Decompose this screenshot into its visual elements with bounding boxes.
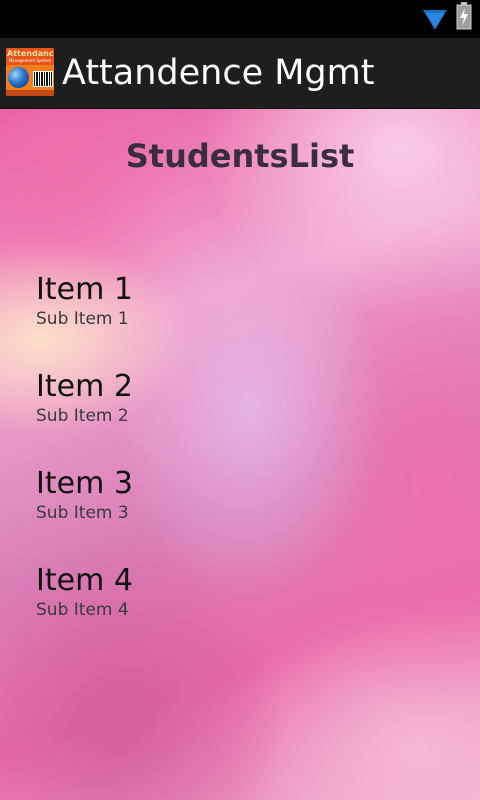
list-item-label: Item 2 [36,369,133,404]
list-item-label: Item 4 [36,563,133,598]
page-title: StudentsList [125,137,355,175]
list-item[interactable]: Item 1 Sub Item 1 [36,272,456,330]
list-item[interactable]: Item 2 Sub Item 2 [36,369,456,427]
app-title: Attandence Mgmt [62,53,375,93]
list-item-sublabel: Sub Item 3 [36,503,129,523]
list-item-sublabel: Sub Item 1 [36,309,129,329]
app-icon[interactable]: Attendance Management System [6,48,54,96]
list-item[interactable]: Item 4 Sub Item 4 [36,563,456,621]
globe-icon [8,67,29,88]
list-item-label: Item 1 [36,272,133,307]
app-icon-text: Attendance [7,49,53,58]
content-background [0,109,480,800]
list-item-label: Item 3 [36,466,133,501]
barcode-icon [33,71,53,87]
status-bar [0,0,480,38]
list-item-sublabel: Sub Item 4 [36,600,129,620]
wifi-icon [423,10,447,30]
list-item-sublabel: Sub Item 2 [36,406,129,426]
battery-charging-icon [456,2,472,30]
list-item[interactable]: Item 3 Sub Item 3 [36,466,456,524]
app-icon-subtext: Management System [8,58,52,63]
app-icon-footer [6,90,54,96]
